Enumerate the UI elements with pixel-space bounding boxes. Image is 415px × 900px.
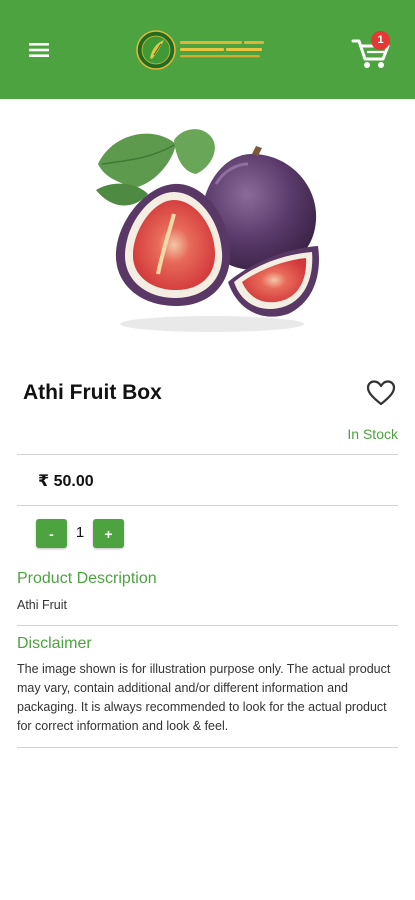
product-price: ₹ 50.00 bbox=[38, 473, 94, 490]
decrease-quantity-button[interactable]: - bbox=[36, 519, 67, 548]
increase-quantity-button[interactable]: + bbox=[93, 519, 124, 548]
divider bbox=[17, 505, 398, 506]
heart-outline-icon[interactable] bbox=[365, 378, 397, 408]
brand-logo[interactable] bbox=[134, 28, 274, 72]
divider bbox=[17, 747, 398, 748]
description-text: Athi Fruit bbox=[17, 598, 68, 612]
product-image bbox=[92, 124, 324, 340]
product-name: Athi Fruit Box bbox=[23, 381, 162, 404]
divider bbox=[17, 625, 398, 626]
description-title: Product Description bbox=[17, 570, 157, 587]
stock-status: In Stock bbox=[347, 426, 398, 442]
cart-count-badge: 1 bbox=[371, 31, 390, 50]
disclaimer-text: The image shown is for illustration purp… bbox=[17, 662, 391, 733]
hamburger-menu-icon[interactable] bbox=[24, 37, 54, 63]
divider bbox=[17, 454, 398, 455]
quantity-value: 1 bbox=[75, 524, 85, 541]
disclaimer-title: Disclaimer bbox=[17, 635, 92, 652]
